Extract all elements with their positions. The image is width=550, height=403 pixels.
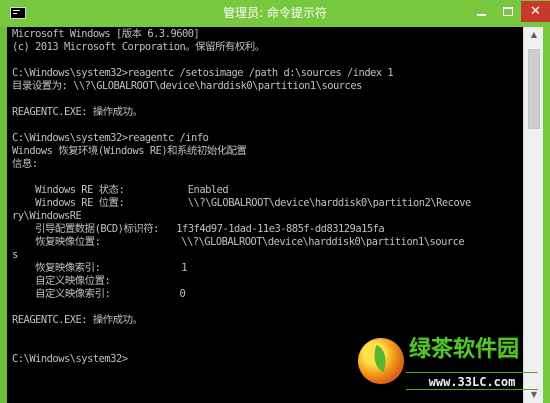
console-line: 目录设置为: \\?\GLOBALROOT\device\harddisk0\p… (12, 80, 362, 92)
command-prompt-window: 管理员: 命令提示符 ✕ Microsoft Windows [版本 6.3.9… (0, 0, 550, 403)
close-button[interactable]: ✕ (521, 1, 550, 22)
console-line: 恢复映像索引: 1 (12, 262, 187, 274)
console-line: 自定义映像位置: (12, 275, 111, 287)
title-bar[interactable]: 管理员: 命令提示符 ✕ (0, 0, 550, 27)
console-line: REAGENTC.EXE: 操作成功。 (12, 314, 143, 326)
console-line: 引导配置数据(BCD)标识符: 1f3f4d97-1dad-11e3-885f-… (12, 223, 385, 235)
console-line: (c) 2013 Microsoft Corporation。保留所有权利。 (12, 41, 265, 53)
minimize-icon (477, 14, 486, 16)
console-line: REAGENTC.EXE: 操作成功。 (12, 106, 143, 118)
console-prompt[interactable]: C:\Windows\system32> (12, 353, 128, 366)
scrollbar-thumb[interactable] (528, 49, 540, 129)
maximize-icon (503, 7, 513, 16)
tea-leaf-logo-icon (358, 338, 404, 384)
console-line: s (12, 249, 18, 261)
console-line: 自定义映像索引: 0 (12, 288, 186, 300)
close-icon: ✕ (530, 4, 541, 19)
watermark-url: www.33LC.com (406, 372, 538, 390)
watermark-title: 绿茶软件园 (409, 337, 520, 362)
console-line: Microsoft Windows [版本 6.3.9600] (12, 28, 200, 40)
scroll-up-icon[interactable]: ▲ (524, 27, 544, 43)
console-line: Windows RE 位置: \\?\GLOBALROOT\device\har… (12, 197, 471, 209)
console-line: C:\Windows\system32>reagentc /info (12, 132, 209, 144)
console-line: ry\WindowsRE (12, 210, 82, 222)
window-border (543, 27, 550, 403)
site-watermark: 绿茶软件园 www.33LC.com (358, 332, 540, 398)
console-line: 恢复映像位置: \\?\GLOBALROOT\device\harddisk0\… (12, 236, 465, 248)
console-line: C:\Windows\system32>reagentc /setosimage… (12, 67, 394, 79)
console-line: 信息: (12, 158, 38, 170)
console-line: Windows RE 状态: Enabled (12, 184, 229, 196)
minimize-button[interactable] (468, 1, 495, 22)
maximize-button[interactable] (495, 1, 521, 22)
console-line: Windows 恢复环境(Windows RE)和系统初始化配置 (12, 145, 247, 157)
